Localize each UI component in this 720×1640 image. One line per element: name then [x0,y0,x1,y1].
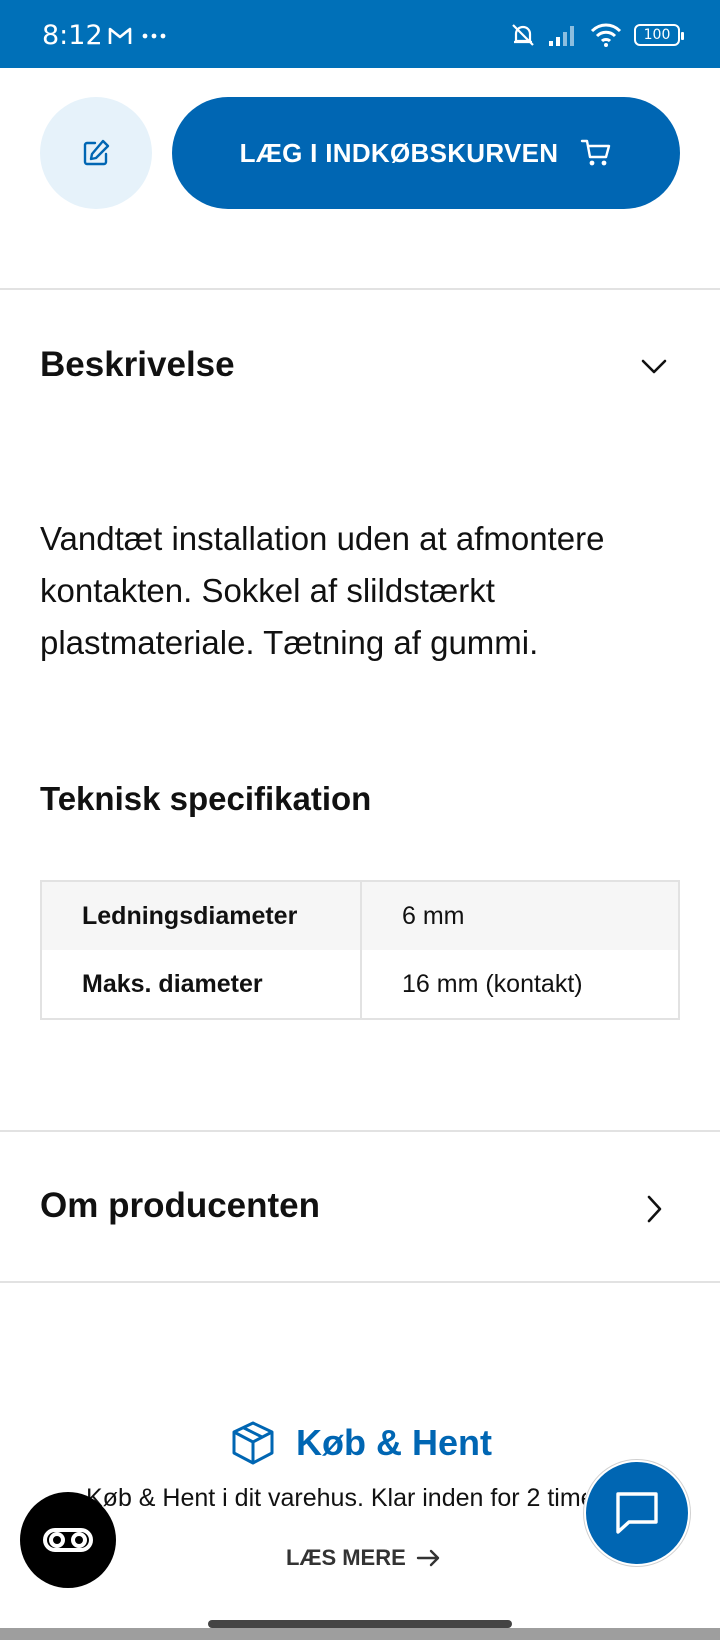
manufacturer-title[interactable]: Om producenten [40,1186,320,1226]
spec-label: Maks. diameter [42,950,362,1018]
add-to-cart-label: LÆG I INDKØBSKURVEN [239,137,559,168]
divider [0,1281,720,1283]
divider [0,1130,720,1132]
more-dots-icon [142,33,166,39]
table-row: Maks. diameter 16 mm (kontakt) [42,950,678,1018]
add-to-cart-button[interactable]: LÆG I INDKØBSKURVEN [172,97,680,209]
ar-view-button[interactable] [20,1492,116,1588]
battery-icon: 100 [634,24,684,46]
home-handle[interactable] [208,1620,512,1628]
divider [0,288,720,290]
chevron-down-icon[interactable] [640,356,668,376]
spec-title: Teknisk specifikation [40,780,372,817]
promo-header: Køb & Hent [230,1420,492,1466]
edit-icon [83,139,110,166]
system-nav-bar [0,1628,720,1640]
spec-value: 6 mm [402,901,465,930]
arrow-right-icon [416,1549,439,1567]
wifi-icon [590,23,622,47]
signal-icon [549,26,574,46]
chat-icon [616,1492,658,1534]
spec-label: Ledningsdiameter [42,882,362,950]
gmail-icon [108,27,132,44]
chevron-right-icon[interactable] [644,1194,664,1224]
read-more-link[interactable]: LÆS MERE [286,1545,442,1571]
battery-level: 100 [643,27,671,43]
description-title[interactable]: Beskrivelse [40,345,235,385]
chat-button[interactable] [584,1460,690,1566]
read-more-label: LÆS MERE [286,1545,406,1570]
table-row: Ledningsdiameter 6 mm [42,882,678,950]
promo-title: Køb & Hent [296,1422,492,1463]
edit-button[interactable] [40,97,152,209]
spec-table: Ledningsdiameter 6 mm Maks. diameter 16 … [40,880,680,1020]
box-icon [232,1421,274,1465]
status-time: 8:12 [42,20,103,51]
status-bar: 8:12 100 [0,0,720,68]
ar-glasses-icon [43,1528,93,1552]
promo-subtitle: Køb & Hent i dit varehus. Klar inden for… [86,1484,586,1512]
bell-off-icon [512,24,534,46]
spec-value: 16 mm (kontakt) [402,969,583,998]
cart-icon [581,139,611,166]
description-text: Vandtæt installation uden at afmontere k… [40,520,605,661]
